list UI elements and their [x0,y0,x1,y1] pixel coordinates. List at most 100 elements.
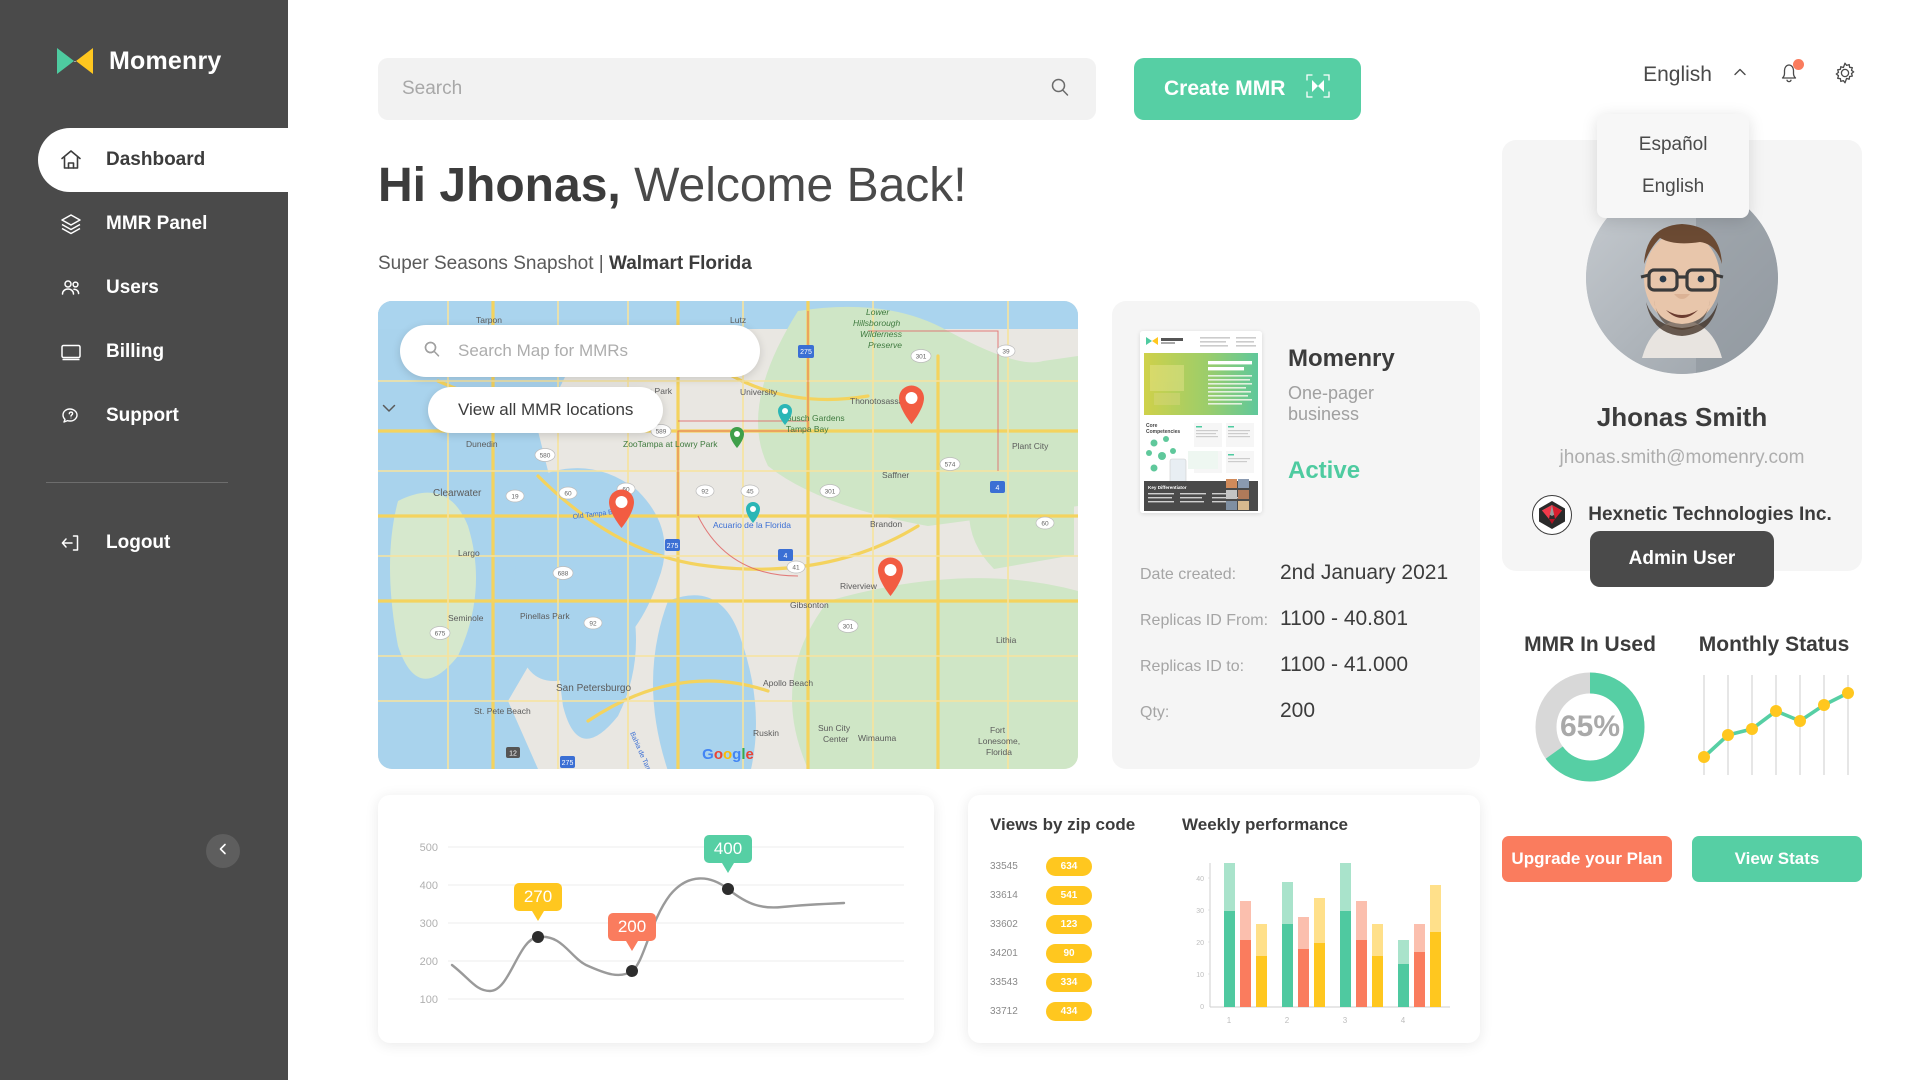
zip-row: 33602 123 [990,915,1168,934]
notifications-button[interactable] [1772,58,1806,92]
svg-text:Brandon: Brandon [870,519,902,529]
zip-value: 90 [1046,944,1092,963]
search-container [378,58,1096,120]
svg-text:60: 60 [564,491,572,498]
detail-row-key: Replicas ID From: [1140,612,1269,629]
chevron-down-icon[interactable] [378,397,400,424]
mmr-frame-icon [1305,73,1331,105]
search-icon[interactable] [422,339,442,364]
svg-text:Lithia: Lithia [996,635,1017,645]
sidebar-item-billing[interactable]: Billing [0,320,288,384]
sidebar-item-users[interactable]: Users [0,256,288,320]
svg-text:Plant City: Plant City [1012,441,1049,451]
language-option-english[interactable]: English [1597,166,1749,208]
svg-text:Riverview: Riverview [840,581,878,591]
chart-annotation: 200 [608,913,656,951]
detail-row-value: 200 [1280,699,1316,722]
sidebar-item-logout[interactable]: Logout [0,511,288,575]
detail-row: Replicas ID From: 1100 - 40.801 [1140,607,1450,631]
main-content: Create MMR English [288,0,1920,1080]
view-stats-button[interactable]: View Stats [1692,836,1862,882]
mmr-detail-rows: Date created: 2nd January 2021 Replicas … [1140,561,1450,723]
svg-text:Apollo Beach: Apollo Beach [763,678,813,688]
svg-text:Preserve: Preserve [868,340,902,350]
svg-text:Sun City: Sun City [818,723,851,733]
performance-line-chart: 500400300 200100 270 200 400 [420,835,904,1006]
views-by-zip-panel: Views by zip code 33545 634 33614 541 33… [990,815,1168,1033]
momenry-logo-icon [55,46,95,76]
sidebar-item-support[interactable]: Support [0,384,288,448]
profile-name: Jhonas Smith [1596,402,1768,432]
svg-text:20: 20 [1196,940,1204,947]
weekly-performance-panel: Weekly performance 40 30 20 10 0 1 2 3 4 [1182,815,1462,1033]
svg-text:4: 4 [784,553,788,560]
monthly-status-block: Monthly Status [1686,633,1862,788]
logout-icon [58,530,84,556]
bar-group [1224,863,1267,1007]
svg-text:300: 300 [420,918,438,930]
sidebar: Momenry Dashboard MMR Panel Users Billin… [0,0,334,1080]
sidebar-collapse-button[interactable] [206,834,240,868]
zip-code: 33712 [990,1006,1018,1017]
map-card[interactable]: 275 275 4 4 275 12 580 586 688 589 19 60 [378,301,1078,769]
svg-text:Wimauma: Wimauma [858,733,897,743]
admin-user-button[interactable]: Admin User [1590,531,1774,587]
detail-row: Qty: 200 [1140,699,1450,723]
svg-text:4: 4 [996,485,1000,492]
profile-email: jhonas.smith@momenry.com [1559,447,1805,468]
zip-code: 34201 [990,948,1018,959]
profile-organization-name: Hexnetic Technologies Inc. [1588,504,1832,525]
data-point [532,931,544,943]
map-search-container [400,325,760,377]
sidebar-item-label: Support [106,405,179,426]
svg-text:10: 10 [1196,972,1204,979]
zip-row: 34201 90 [990,944,1168,963]
google-attribution: Google [702,746,754,763]
mmr-detail-card: Core Competencies Key Differentiator Mom… [1112,301,1480,769]
zip-value: 541 [1046,886,1092,905]
bar-group [1398,885,1441,1007]
create-mmr-button[interactable]: Create MMR [1134,58,1362,120]
svg-text:200: 200 [618,917,646,936]
language-selector[interactable]: English [1643,62,1750,88]
svg-text:Gibsonton: Gibsonton [790,600,829,610]
map-search-input[interactable] [458,341,738,361]
svg-text:500: 500 [420,842,438,854]
zip-value: 634 [1046,857,1092,876]
svg-text:St. Pete Beach: St. Pete Beach [474,706,531,716]
upgrade-plan-button[interactable]: Upgrade your Plan [1502,836,1672,882]
sidebar-item-dashboard[interactable]: Dashboard [38,128,334,192]
donut-percent-label: 65% [1559,710,1621,743]
detail-row-value: 2nd January 2021 [1280,561,1449,584]
svg-text:12: 12 [509,751,517,758]
chat-question-icon [58,403,84,429]
mmr-detail-header: Core Competencies Key Differentiator Mom… [1140,331,1450,513]
svg-text:301: 301 [916,354,927,361]
map-overlay-controls: View all MMR locations [382,325,760,433]
topbar: Create MMR English [288,0,1920,218]
svg-text:574: 574 [945,462,956,469]
svg-text:Center: Center [823,734,849,744]
sidebar-item-mmr-panel[interactable]: MMR Panel [0,192,288,256]
svg-text:Competencies: Competencies [1146,429,1180,435]
zip-code: 33602 [990,919,1018,930]
sidebar-item-label: MMR Panel [106,213,208,234]
search-icon[interactable] [1048,75,1072,104]
settings-button[interactable] [1828,58,1862,92]
zip-row: 33712 434 [990,1002,1168,1021]
svg-text:Hillsborough: Hillsborough [853,318,901,328]
search-input[interactable] [402,78,1048,100]
language-option-espanol[interactable]: Español [1597,124,1749,166]
card-icon [58,339,84,365]
svg-text:275: 275 [667,543,679,550]
mmr-detail-text: Momenry One-pager business Active [1288,331,1450,513]
chart-annotation: 400 [704,835,752,873]
bar-group [1340,863,1383,1007]
chevron-left-icon [215,841,231,862]
map-view-all-button[interactable]: View all MMR locations [428,387,664,433]
home-icon [58,147,84,173]
greeting-bold: Hi Jhonas, [378,159,621,212]
brand-name: Momenry [109,46,222,75]
svg-text:19: 19 [511,494,519,501]
svg-text:Largo: Largo [458,548,480,558]
